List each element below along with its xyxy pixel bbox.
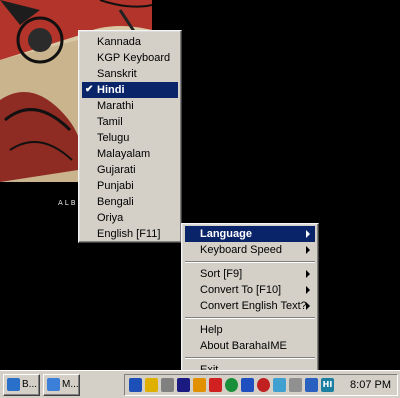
network-icon[interactable]	[129, 378, 142, 392]
menu-item-label: Malayalam	[97, 148, 151, 160]
menu-item-label: Sanskrit	[97, 68, 137, 80]
menu-item-label: Kannada	[97, 36, 142, 48]
menu-item-sort[interactable]: Sort [F9]	[185, 266, 315, 282]
users-icon[interactable]	[305, 378, 318, 392]
menu-item-keyboard-speed[interactable]: Keyboard Speed	[185, 242, 315, 258]
menu-item-hindi[interactable]: ✔ Hindi	[82, 82, 178, 98]
menu-item-label: Convert English Text?	[200, 300, 307, 312]
menu-item-label: Marathi	[97, 100, 134, 112]
menu-item-label: Tamil	[97, 116, 123, 128]
monitor-icon[interactable]	[177, 378, 190, 392]
taskbar-button-label: M...	[62, 379, 79, 390]
submenu-arrow-icon	[306, 246, 310, 254]
antivirus-icon[interactable]	[209, 378, 222, 392]
menu-separator	[185, 261, 315, 263]
menu-item-sanskrit[interactable]: Sanskrit	[82, 66, 178, 82]
menu-separator	[185, 317, 315, 319]
menu-item-help[interactable]: Help	[185, 322, 315, 338]
menu-item-oriya[interactable]: Oriya	[82, 210, 178, 226]
security-icon[interactable]	[193, 378, 206, 392]
menu-item-malayalam[interactable]: Malayalam	[82, 146, 178, 162]
taskbar: B... M... HI 8:07 PM	[0, 370, 400, 398]
volume-icon[interactable]	[145, 378, 158, 392]
clock[interactable]: 8:07 PM	[350, 375, 391, 395]
system-tray: HI 8:07 PM	[124, 374, 398, 396]
menu-item-kgp-keyboard[interactable]: KGP Keyboard	[82, 50, 178, 66]
menu-item-gujarati[interactable]: Gujarati	[82, 162, 178, 178]
menu-item-english[interactable]: English [F11]	[82, 226, 178, 242]
tray-context-menu: Language Keyboard Speed Sort [F9] Conver…	[181, 223, 319, 379]
taskbar-button-label: B...	[22, 379, 38, 390]
menu-item-label: Sort [F9]	[200, 268, 243, 280]
menu-item-label: English [F11]	[97, 228, 161, 240]
checkmark-icon: ✔	[85, 84, 94, 95]
menu-item-convert-to[interactable]: Convert To [F10]	[185, 282, 315, 298]
menu-item-label: About BarahaIME	[200, 340, 287, 352]
submenu-arrow-icon	[306, 286, 310, 294]
menu-item-bengali[interactable]: Bengali	[82, 194, 178, 210]
menu-item-kannada[interactable]: Kannada	[82, 34, 178, 50]
messenger-icon[interactable]	[273, 378, 286, 392]
menu-item-label: Oriya	[97, 212, 124, 224]
menu-item-label: Convert To [F10]	[200, 284, 282, 296]
menu-item-punjabi[interactable]: Punjabi	[82, 178, 178, 194]
menu-item-label: Gujarati	[97, 164, 136, 176]
menu-item-label: Keyboard Speed	[200, 244, 282, 256]
submenu-arrow-icon	[306, 270, 310, 278]
menu-item-label: KGP Keyboard	[97, 52, 171, 64]
menu-item-label: Hindi	[97, 84, 125, 96]
menu-item-label: Telugu	[97, 132, 130, 144]
submenu-arrow-icon	[306, 230, 310, 238]
menu-item-telugu[interactable]: Telugu	[82, 130, 178, 146]
taskbar-button-browser[interactable]: B...	[3, 374, 40, 396]
usb-icon[interactable]	[289, 378, 302, 392]
browser-icon	[7, 378, 20, 391]
menu-item-language[interactable]: Language	[185, 226, 315, 242]
menu-item-label: Help	[200, 324, 223, 336]
submenu-arrow-icon	[306, 302, 310, 310]
shield-icon[interactable]	[257, 378, 270, 392]
update-icon[interactable]	[241, 378, 254, 392]
menu-item-convert-english[interactable]: Convert English Text?	[185, 298, 315, 314]
menu-item-marathi[interactable]: Marathi	[82, 98, 178, 114]
menu-item-tamil[interactable]: Tamil	[82, 114, 178, 130]
language-submenu: Kannada KGP Keyboard Sanskrit ✔ Hindi Mar…	[78, 30, 182, 243]
baraha-hi-icon[interactable]: HI	[321, 378, 334, 392]
menu-item-about[interactable]: About BarahaIME	[185, 338, 315, 354]
app-window-icon	[47, 378, 60, 391]
menu-item-label: Language	[200, 228, 252, 240]
menu-item-label: Bengali	[97, 196, 134, 208]
keyboard-icon[interactable]	[161, 378, 174, 392]
globe-icon[interactable]	[225, 378, 238, 392]
menu-separator	[185, 357, 315, 359]
menu-item-label: Punjabi	[97, 180, 134, 192]
taskbar-button-app[interactable]: M...	[43, 374, 80, 396]
